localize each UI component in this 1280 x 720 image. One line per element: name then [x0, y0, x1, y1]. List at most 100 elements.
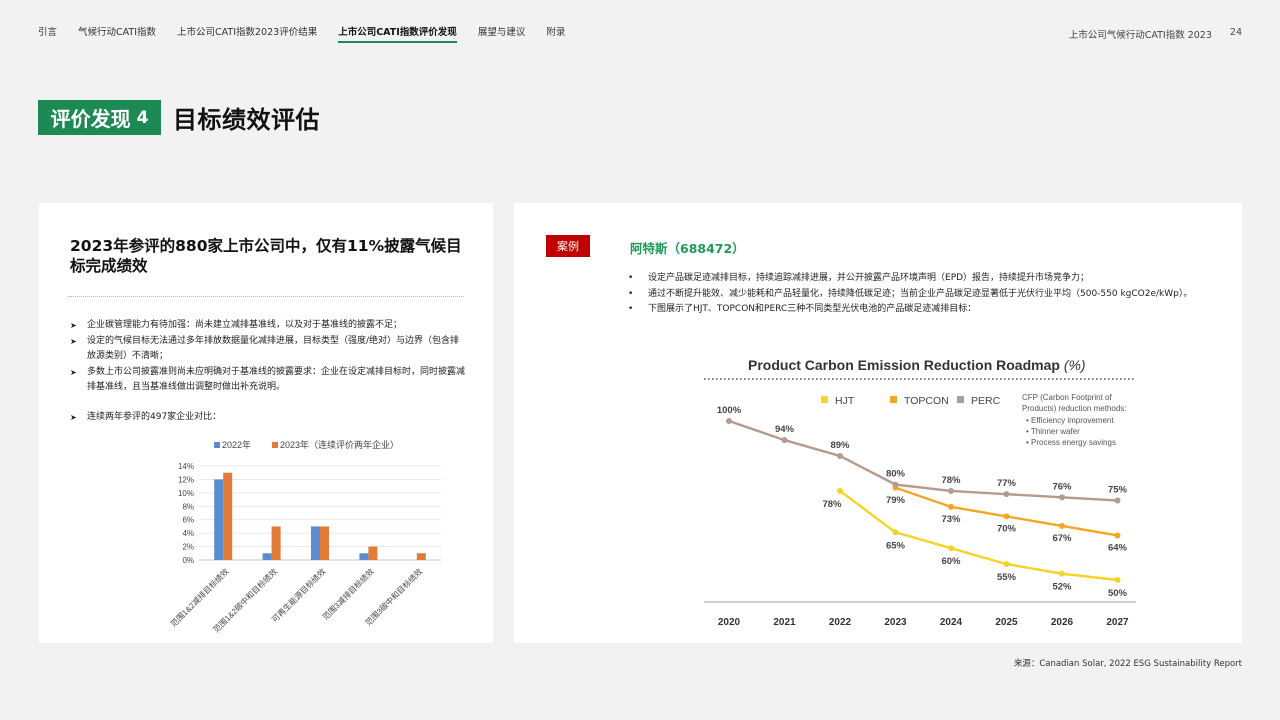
- data-label: 64%: [1108, 542, 1128, 553]
- right-panel: 案例 阿特斯（688472） 设定产品碳足迹减排目标，持续追踪减排进展，并公开披…: [514, 203, 1242, 643]
- note-item: • Efficiency improvement: [1026, 416, 1114, 425]
- data-label: 80%: [886, 469, 906, 480]
- data-label: 55%: [997, 572, 1017, 583]
- bar: [368, 546, 378, 560]
- x-tick-label: 2022: [829, 617, 852, 628]
- x-tick-label: 2026: [1051, 617, 1074, 628]
- data-label: 75%: [1108, 485, 1128, 496]
- x-tick-label: 2024: [940, 617, 963, 628]
- y-tick-label: 8%: [182, 502, 194, 511]
- left-divider: [68, 296, 464, 297]
- data-point: [726, 418, 732, 424]
- nav-item-appendix[interactable]: 附录: [546, 24, 565, 43]
- data-label: 78%: [941, 475, 961, 486]
- data-point: [948, 503, 954, 510]
- data-label: 94%: [775, 424, 795, 435]
- legend-swatch: [957, 396, 964, 403]
- nav-item-results[interactable]: 上市公司CATI指数2023评价结果: [177, 24, 317, 43]
- data-label: 70%: [997, 523, 1017, 534]
- data-label: 73%: [941, 514, 961, 525]
- case-bullet: 设定产品碳足迹减排目标，持续追踪减排进展，并公开披露产品环境声明（EPD）报告，…: [628, 271, 1228, 287]
- roadmap-line-chart: Product Carbon Emission Reduction Roadma…: [704, 357, 1136, 628]
- report-title: 上市公司气候行动CATI指数 2023: [1068, 30, 1212, 41]
- finding-badge: 评价发现 4: [38, 100, 161, 135]
- data-point: [1059, 570, 1065, 577]
- bar: [359, 553, 369, 560]
- note-title: CFP (Carbon Footprint of: [1022, 393, 1112, 402]
- x-tick-label: 2025: [995, 617, 1018, 628]
- bar: [223, 472, 233, 560]
- case-bullet: 通过不断提升能效、减少能耗和产品轻量化，持续降低碳足迹；当前企业产品碳足迹显著低…: [628, 287, 1228, 303]
- title-block: 评价发现 4 目标绩效评估: [38, 100, 320, 135]
- source-note: 来源：Canadian Solar, 2022 ESG Sustainabili…: [1013, 659, 1242, 669]
- data-point: [1003, 561, 1010, 568]
- legend-label: 2022年: [222, 439, 251, 450]
- left-heading: 2023年参评的880家上市公司中，仅有11%披露气候目标完成绩效: [70, 237, 462, 275]
- data-point: [1114, 497, 1121, 504]
- note-title-2: Products) reduction methods:: [1022, 404, 1127, 413]
- left-bullet: 多数上市公司披露准则尚未应明确对于基准线的披露要求：企业在设定减排目标时，同时披…: [70, 365, 465, 396]
- data-point: [1114, 532, 1121, 539]
- data-point: [837, 452, 843, 459]
- data-label: 100%: [717, 405, 742, 416]
- legend-swatch: [821, 396, 828, 403]
- nav-item-outlook[interactable]: 展望与建议: [478, 24, 526, 43]
- data-point: [1114, 577, 1121, 583]
- disclosure-bar-chart: 2022年 2023年（连续评价两年企业） 14% 12% 10% 8% 6% 4% 2% 0% 范…: [168, 439, 441, 634]
- data-label: 77%: [997, 478, 1017, 489]
- case-bullets: 设定产品碳足迹减排目标，持续追踪减排进展，并公开披露产品环境声明（EPD）报告，…: [628, 271, 1228, 318]
- nav-item-cati-index[interactable]: 气候行动CATI指数: [78, 24, 156, 43]
- nav-item-findings[interactable]: 上市公司CATI指数评价发现: [338, 24, 457, 43]
- bar: [320, 526, 329, 560]
- top-nav: 引言 气候行动CATI指数 上市公司CATI指数2023评价结果 上市公司CAT…: [38, 24, 586, 43]
- roadmap-title: Product Carbon Emission Reduction Roadma…: [748, 357, 1086, 373]
- y-tick-label: 12%: [178, 475, 194, 484]
- x-tick-label: 可再生能源目标绩效: [269, 566, 327, 624]
- bar: [416, 553, 426, 560]
- left-bullet: 设定的气候目标无法通过多年排放数据量化减排进展，目标类型（强度/绝对）与边界（包…: [70, 334, 465, 365]
- data-point: [948, 545, 954, 552]
- data-point: [948, 487, 954, 494]
- legend-swatch: [272, 442, 278, 448]
- page-number: 24: [1229, 27, 1242, 38]
- left-panel: 2023年参评的880家上市公司中，仅有11%披露气候目标完成绩效 企业碳管理能…: [39, 203, 493, 643]
- data-point: [1003, 491, 1010, 498]
- x-tick-label: 2020: [718, 617, 741, 628]
- bar: [311, 526, 320, 560]
- case-bullet: 下图展示了HJT、TOPCON和PERC三种不同类型光伏电池的产品碳足迹减排目标…: [628, 302, 1228, 318]
- data-point: [1059, 494, 1065, 501]
- data-label: 76%: [1052, 481, 1072, 492]
- data-label: 67%: [1052, 533, 1072, 544]
- note-item: • Process energy savings: [1026, 438, 1116, 447]
- bar: [214, 479, 224, 560]
- series-line: [839, 489, 1118, 582]
- legend-swatch: [890, 396, 897, 403]
- data-point: [892, 481, 899, 488]
- case-company: 阿特斯（688472）: [630, 241, 745, 256]
- data-point: [1003, 513, 1010, 520]
- page-title: 目标绩效评估: [173, 106, 320, 134]
- bar: [262, 553, 272, 560]
- x-tick-label: 范围3减排目标绩效: [320, 566, 375, 621]
- data-point: [837, 487, 843, 494]
- y-tick-label: 10%: [178, 489, 194, 498]
- y-tick-label: 0%: [182, 556, 194, 565]
- case-tag: 案例: [546, 235, 590, 257]
- bar: [271, 526, 281, 560]
- legend-label: TOPCON: [904, 395, 949, 407]
- left-bullets: 企业碳管理能力有待加强：尚未建立减排基准线，以及对于基准线的披露不足； 设定的气…: [70, 318, 465, 425]
- data-label: 65%: [886, 540, 906, 551]
- legend-label: 2023年（连续评价两年企业）: [280, 439, 399, 450]
- y-tick-label: 4%: [182, 529, 194, 538]
- data-label: 78%: [822, 499, 842, 510]
- nav-item-intro[interactable]: 引言: [38, 24, 57, 43]
- left-bullet: 企业碳管理能力有待加强：尚未建立减排基准线，以及对于基准线的披露不足；: [70, 318, 465, 334]
- x-tick-label: 2023: [884, 617, 907, 628]
- data-label: 60%: [941, 556, 961, 567]
- data-label: 79%: [886, 495, 906, 506]
- data-point: [781, 437, 788, 444]
- data-label: 50%: [1108, 588, 1128, 599]
- header-right: 上市公司气候行动CATI指数 2023 24: [1069, 27, 1242, 41]
- note-item: • Thinner wafer: [1026, 427, 1080, 436]
- y-tick-label: 14%: [178, 462, 194, 471]
